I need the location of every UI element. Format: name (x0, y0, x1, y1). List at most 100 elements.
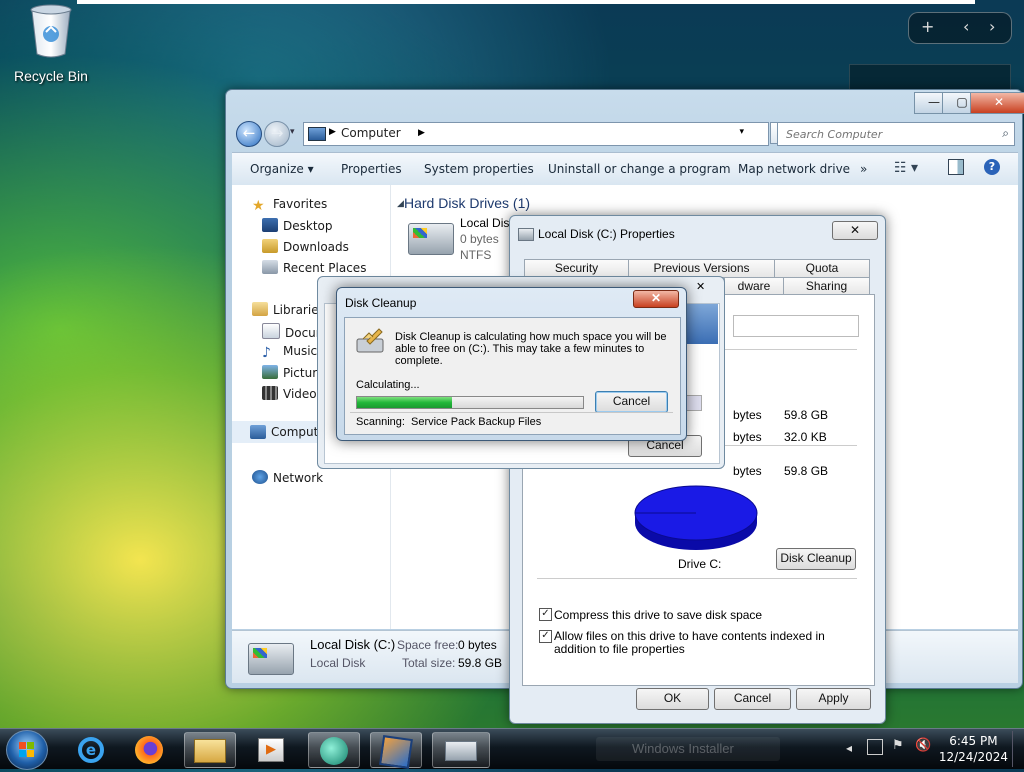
nav-favorites[interactable]: ★ Favorites (252, 197, 327, 214)
breadcrumb-arrow-icon: ▶ (329, 127, 336, 137)
local-disk-item[interactable]: Local Dis 0 bytes NTFS (404, 215, 520, 262)
internet-explorer-taskbar-button[interactable]: e (66, 732, 116, 766)
firefox-taskbar-button[interactable] (124, 732, 174, 766)
nav-pictures[interactable]: Picture (262, 365, 324, 380)
gadget-next-button[interactable]: › (989, 17, 995, 36)
properties-close-button[interactable]: ✕ (832, 221, 878, 240)
clock-date: 12/24/2024 (938, 750, 1008, 764)
details-drive-type: Local Disk (310, 656, 366, 670)
close-icon[interactable]: ✕ (696, 280, 705, 293)
pictures-icon (262, 365, 278, 379)
windows-installer-taskbar-button[interactable]: Windows Installer (596, 737, 780, 761)
hard-disk-drives-header[interactable]: Hard Disk Drives (1) (404, 195, 530, 211)
nav-libraries[interactable]: Libraries (252, 302, 325, 317)
disk-cleanup-dialog: Disk Cleanup ✕ Disk Cleanup is calculati… (336, 287, 687, 441)
show-hidden-icons-chevron-icon[interactable]: ◂ (846, 741, 852, 755)
address-dropdown-icon[interactable]: ▾ (739, 127, 744, 137)
tab-quota[interactable]: Quota (774, 259, 870, 278)
firefox-icon (135, 736, 163, 764)
index-checkbox[interactable]: ✓ (539, 630, 552, 643)
uninstall-program-button[interactable]: Uninstall or change a program (548, 162, 731, 176)
drive-filesystem: NTFS (460, 248, 492, 262)
preview-pane-icon[interactable] (948, 159, 964, 175)
action-center-flag-icon[interactable]: ⚑ (892, 738, 904, 753)
show-desktop-button[interactable] (1012, 731, 1023, 767)
disk-cleanup-taskbar-button[interactable] (432, 732, 490, 768)
breadcrumb[interactable]: Computer (341, 126, 401, 140)
index-label: Allow files on this drive to have conten… (554, 629, 825, 656)
app-taskbar-button[interactable] (308, 732, 360, 768)
system-properties-button[interactable]: System properties (424, 162, 534, 176)
address-bar[interactable]: ▶ Computer ▶ ▾ ⇆ (303, 122, 794, 146)
scanning-label: Scanning: (356, 416, 405, 428)
volume-label-field[interactable] (733, 315, 859, 337)
explorer-taskbar-button[interactable] (184, 732, 236, 768)
cleanup-cancel-button[interactable]: Cancel (595, 391, 668, 413)
volume-muted-icon[interactable]: 🔇 (915, 738, 931, 753)
recent-pages-chevron-icon[interactable]: ▾ (290, 127, 295, 137)
nav-recent-places[interactable]: Recent Places (262, 260, 366, 275)
nav-downloads[interactable]: Downloads (262, 239, 349, 254)
recycle-bin-label: Recycle Bin (14, 68, 88, 84)
disk-cleanup-close-button[interactable]: ✕ (633, 290, 679, 308)
drive-free-space: 0 bytes (460, 232, 499, 246)
add-gadget-button[interactable]: + (921, 17, 934, 36)
taskbar: e ▶ Windows Installer ◂ ⚑ 🔇 6:45 PM 12/2… (0, 728, 1024, 770)
organize-menu[interactable]: Organize ▾ (250, 162, 314, 176)
music-icon: ♪ (262, 345, 271, 361)
app-icon (320, 737, 348, 765)
search-icon[interactable]: ⌕ (1002, 126, 1009, 141)
clock-time: 6:45 PM (949, 734, 998, 748)
gadget-prev-button[interactable]: ‹ (963, 17, 969, 36)
used-space-size: 59.8 GB (784, 408, 829, 422)
folder-icon (194, 739, 226, 763)
total-size-value: 59.8 GB (458, 656, 503, 670)
compress-checkbox[interactable]: ✓ (539, 608, 552, 621)
virtualbox-taskbar-button[interactable] (370, 732, 422, 769)
close-button[interactable]: ✕ (970, 92, 1024, 114)
scanning-item: Service Pack Backup Files (411, 416, 542, 428)
drive-c-label: Drive C: (678, 557, 722, 571)
properties-button[interactable]: Properties (341, 162, 402, 176)
nav-desktop[interactable]: Desktop (262, 218, 333, 233)
collapse-group-icon[interactable]: ◢ (397, 199, 404, 209)
compress-label: Compress this drive to save disk space (554, 608, 763, 622)
nav-network[interactable]: Network (252, 470, 323, 485)
search-box[interactable]: ⌕ (777, 122, 1015, 146)
disk-cleanup-button[interactable]: Disk Cleanup (776, 548, 856, 570)
progress-fill (357, 397, 452, 408)
space-free-value: 0 bytes (458, 638, 497, 652)
change-view-icon[interactable]: ☷ ▾ (894, 160, 918, 176)
media-player-icon: ▶ (258, 738, 284, 762)
cancel-button[interactable]: Cancel (714, 688, 791, 710)
divider (537, 578, 857, 579)
map-network-drive-button[interactable]: Map network drive (738, 162, 850, 176)
more-commands-button[interactable]: » (860, 162, 867, 176)
help-icon[interactable]: ? (984, 159, 1000, 175)
computer-icon (250, 425, 266, 439)
windows-logo-icon (19, 742, 34, 757)
start-button[interactable] (6, 730, 48, 770)
system-clock[interactable]: 6:45 PM 12/24/2024 (939, 733, 1008, 765)
hard-drive-icon (408, 223, 454, 255)
nav-videos[interactable]: Videos (262, 386, 323, 401)
search-input[interactable] (784, 127, 988, 142)
nav-music[interactable]: ♪ Music (262, 344, 317, 361)
internet-explorer-icon: e (78, 737, 104, 763)
capacity-size: 59.8 GB (784, 464, 829, 478)
forward-button[interactable]: → (264, 121, 290, 147)
capacity-unit: bytes (733, 464, 762, 478)
media-player-taskbar-button[interactable]: ▶ (246, 732, 296, 766)
properties-title: Local Disk (C:) Properties (538, 227, 675, 241)
back-button[interactable]: ← (236, 121, 262, 147)
ok-button[interactable]: OK (636, 688, 709, 710)
disk-cleanup-icon (356, 328, 384, 353)
network-tray-icon[interactable] (867, 739, 883, 755)
apply-button[interactable]: Apply (796, 688, 871, 710)
used-space-unit: bytes (733, 408, 762, 422)
details-drive-name: Local Disk (C:) (310, 637, 396, 652)
breadcrumb-arrow-icon[interactable]: ▶ (418, 128, 425, 138)
network-icon (252, 470, 268, 484)
space-free-label: Space free: (397, 638, 459, 652)
recycle-bin-desktop-icon[interactable]: Recycle Bin (8, 4, 94, 94)
